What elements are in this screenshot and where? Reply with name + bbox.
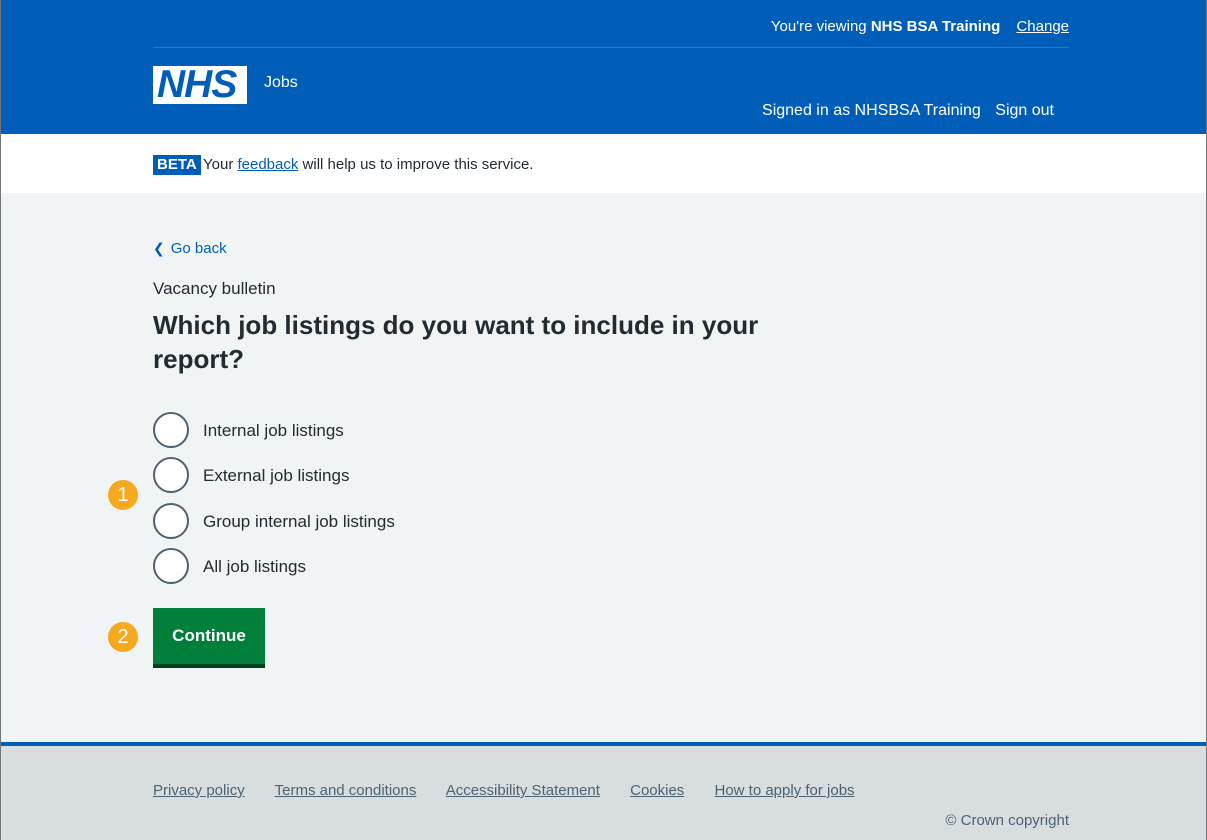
radio-circle-icon[interactable] [153, 412, 189, 448]
viewing-organisation-name: NHS BSA Training [870, 18, 1001, 35]
go-back-label: Go back [170, 240, 227, 257]
organisation-bar: You're viewing NHS BSA Training Change [153, 0, 1069, 48]
beta-text-before: Your [203, 156, 234, 173]
radio-group-internal-job-listings[interactable]: Group internal job listings [153, 503, 553, 543]
site-footer: Privacy policy Terms and conditions Acce… [0, 742, 1207, 840]
page-caption: Vacancy bulletin [153, 279, 276, 298]
nhs-logo-text: NHS [157, 63, 237, 106]
footer-links: Privacy policy Terms and conditions Acce… [153, 782, 881, 799]
radio-label[interactable]: External job listings [203, 466, 349, 486]
account-nav: Signed in as NHSBSA Training Sign out [762, 102, 1054, 120]
footer-link-cookies[interactable]: Cookies [630, 782, 684, 799]
page-title: Which job listings do you want to includ… [153, 310, 759, 374]
beta-tag: BETA [153, 155, 201, 175]
radio-label[interactable]: All job listings [203, 557, 306, 577]
radio-internal-job-listings[interactable]: Internal job listings [153, 412, 553, 452]
radio-external-job-listings[interactable]: External job listings [153, 457, 553, 497]
footer-link-how-to-apply[interactable]: How to apply for jobs [714, 782, 854, 799]
feedback-link[interactable]: feedback [237, 156, 298, 173]
nhs-logo[interactable]: NHS [153, 63, 247, 106]
beta-message: Your feedback will help us to improve th… [203, 156, 533, 173]
beta-banner: BETA Your feedback will help us to impro… [0, 134, 1207, 193]
sign-out-link[interactable]: Sign out [995, 102, 1054, 119]
radio-all-job-listings[interactable]: All job listings [153, 548, 553, 588]
beta-text-after: will help us to improve this service. [302, 156, 534, 173]
radio-circle-icon[interactable] [153, 457, 189, 493]
annotation-badge-2: 2 [108, 622, 138, 652]
radio-circle-icon[interactable] [153, 548, 189, 584]
footer-link-accessibility-statement[interactable]: Accessibility Statement [446, 782, 600, 799]
copyright-notice: © Crown copyright [945, 812, 1069, 829]
go-back-link[interactable]: ❮ Go back [153, 240, 227, 257]
viewing-prefix: You're viewing [770, 18, 867, 35]
radio-label[interactable]: Internal job listings [203, 421, 344, 441]
footer-link-privacy-policy[interactable]: Privacy policy [153, 782, 245, 799]
window-border-left [0, 0, 1, 840]
continue-button[interactable]: Continue [153, 608, 265, 664]
service-name[interactable]: Jobs [264, 74, 298, 92]
radio-label[interactable]: Group internal job listings [203, 512, 395, 532]
change-organisation-link[interactable]: Change [1016, 18, 1069, 35]
footer-link-terms-and-conditions[interactable]: Terms and conditions [275, 782, 417, 799]
site-header: You're viewing NHS BSA Training Change N… [0, 0, 1207, 134]
radio-circle-icon[interactable] [153, 503, 189, 539]
viewing-organisation: You're viewing NHS BSA Training Change [771, 18, 1069, 35]
chevron-left-icon: ❮ [153, 240, 165, 256]
annotation-badge-1: 1 [108, 480, 138, 510]
signed-in-as: Signed in as NHSBSA Training [762, 102, 981, 119]
